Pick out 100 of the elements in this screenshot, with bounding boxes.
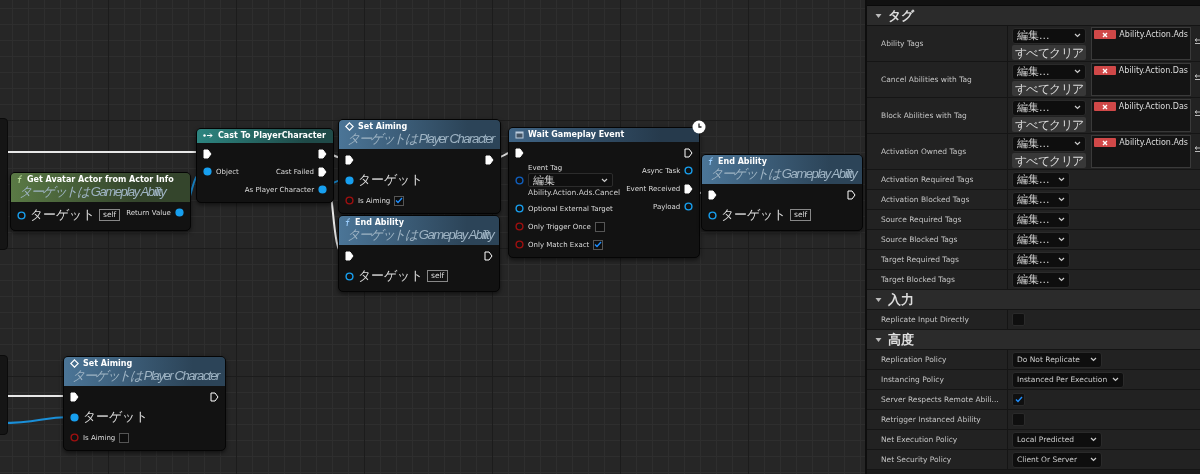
object-pin-icon[interactable] bbox=[174, 208, 184, 217]
edit-dropdown[interactable]: 編集... bbox=[1012, 99, 1086, 116]
object-pin-icon[interactable] bbox=[345, 271, 354, 281]
function-icon bbox=[17, 175, 23, 184]
exec-pin-icon[interactable] bbox=[345, 250, 354, 261]
node-title: Set Aiming bbox=[83, 359, 133, 368]
chevron-icon bbox=[1112, 377, 1120, 382]
node-subtitle: ターゲットは Player Character bbox=[346, 131, 494, 146]
checkbox[interactable] bbox=[1012, 413, 1025, 426]
node-title: End Ability bbox=[355, 218, 404, 227]
chevron-icon bbox=[1090, 437, 1097, 442]
triangle-icon[interactable] bbox=[875, 296, 882, 303]
exec-pin-icon[interactable] bbox=[318, 148, 328, 159]
node-title: End Ability bbox=[718, 157, 767, 166]
object-pin-icon[interactable] bbox=[345, 175, 354, 185]
object-pin-icon[interactable] bbox=[17, 210, 26, 220]
remove-tag-button[interactable] bbox=[1094, 30, 1117, 39]
exec-pin-icon[interactable] bbox=[847, 189, 857, 200]
checkbox[interactable] bbox=[1012, 393, 1025, 406]
clear-all-button[interactable]: すべてクリア bbox=[1012, 116, 1086, 132]
exec-pin-icon[interactable] bbox=[203, 148, 212, 159]
graph-canvas[interactable] bbox=[0, 0, 865, 474]
section-header[interactable]: 入力 bbox=[867, 290, 1200, 310]
pin-label: ターゲット bbox=[358, 267, 423, 285]
exec-pin-icon[interactable] bbox=[70, 391, 79, 402]
exec-pin-icon[interactable] bbox=[345, 154, 354, 165]
object-pin-icon[interactable] bbox=[318, 185, 328, 194]
edit-dropdown[interactable]: 編集... bbox=[1012, 251, 1070, 268]
object-pin-icon[interactable] bbox=[684, 166, 694, 175]
node-title: Set Aiming bbox=[358, 122, 408, 131]
object-pin-icon[interactable] bbox=[708, 210, 717, 220]
reset-icon[interactable] bbox=[1193, 110, 1200, 118]
triangle-icon[interactable] bbox=[875, 336, 882, 343]
reset-icon[interactable] bbox=[1193, 146, 1200, 154]
node-title: Get Avatar Actor from Actor Info bbox=[27, 175, 174, 184]
clock-icon bbox=[692, 120, 707, 134]
window-icon bbox=[515, 130, 524, 139]
object-pin-icon[interactable] bbox=[70, 412, 79, 422]
checkbox[interactable] bbox=[593, 239, 604, 250]
clear-all-button[interactable]: すべてクリア bbox=[1012, 80, 1086, 96]
cast-icon bbox=[203, 132, 214, 139]
triangle-icon[interactable] bbox=[875, 12, 882, 19]
exec-pin-icon[interactable] bbox=[684, 147, 694, 158]
chevron-icon bbox=[1058, 257, 1065, 262]
pin-label: ターゲット bbox=[83, 408, 148, 426]
close-icon bbox=[1101, 103, 1108, 110]
section-title: タグ bbox=[888, 6, 914, 25]
close-icon bbox=[1101, 67, 1108, 74]
edit-dropdown[interactable]: 編集... bbox=[1012, 135, 1086, 152]
chevron-icon bbox=[1058, 277, 1065, 282]
checkbox[interactable] bbox=[1012, 313, 1025, 326]
edit-dropdown[interactable]: 編集... bbox=[1012, 63, 1086, 80]
edit-dropdown[interactable]: 編集... bbox=[1012, 231, 1070, 248]
chevron-icon bbox=[1058, 237, 1065, 242]
edit-dropdown[interactable]: 編集... bbox=[1012, 191, 1070, 208]
chevron-icon bbox=[1058, 177, 1065, 182]
diamond-icon bbox=[70, 359, 79, 368]
function-icon bbox=[708, 157, 714, 166]
reset-icon[interactable] bbox=[1193, 38, 1200, 46]
chevron-icon bbox=[1074, 69, 1081, 74]
checkbox[interactable] bbox=[394, 195, 405, 206]
chevron-icon bbox=[1074, 141, 1081, 146]
object-pin-icon[interactable] bbox=[684, 202, 694, 211]
chevron-icon bbox=[1058, 197, 1065, 202]
exec-pin-icon[interactable] bbox=[209, 391, 219, 402]
pin-label: ターゲット bbox=[358, 171, 423, 189]
close-icon bbox=[1102, 139, 1109, 146]
diamond-icon bbox=[345, 122, 354, 131]
clear-all-button[interactable]: すべてクリア bbox=[1012, 152, 1086, 168]
chevron-icon bbox=[601, 177, 608, 183]
object-pin-icon[interactable] bbox=[515, 204, 524, 213]
chevron-icon bbox=[1090, 457, 1097, 462]
check-icon bbox=[594, 241, 603, 248]
remove-tag-button[interactable] bbox=[1094, 138, 1117, 147]
exec-pin-icon[interactable] bbox=[515, 147, 524, 158]
exec-pin-icon[interactable] bbox=[318, 166, 328, 177]
tag-name: Ability.Action.Ads bbox=[1119, 30, 1188, 39]
edit-dropdown[interactable]: 編集... bbox=[1012, 171, 1070, 188]
tag-dropdown[interactable]: 編集 bbox=[528, 173, 613, 187]
edit-dropdown[interactable]: 編集... bbox=[1012, 27, 1086, 44]
checkbox[interactable] bbox=[119, 432, 130, 443]
clear-all-button[interactable]: すべてクリア bbox=[1012, 44, 1086, 60]
node-subtitle: ターゲットは Gameplay Ability bbox=[709, 166, 857, 181]
edit-dropdown[interactable]: 編集... bbox=[1012, 211, 1070, 228]
section-header[interactable]: タグ bbox=[867, 6, 1200, 26]
reset-icon[interactable] bbox=[1193, 74, 1200, 82]
pin-label: ターゲット bbox=[30, 206, 95, 224]
edit-dropdown[interactable]: 編集... bbox=[1012, 271, 1070, 288]
exec-pin-icon[interactable] bbox=[684, 183, 694, 194]
exec-pin-icon[interactable] bbox=[484, 250, 494, 261]
chevron-icon bbox=[1090, 357, 1097, 362]
section-header[interactable]: 高度 bbox=[867, 330, 1200, 350]
node-subtitle: ターゲットは Gameplay Ability bbox=[346, 227, 494, 242]
section-title: 高度 bbox=[888, 330, 914, 349]
object-pin-icon[interactable] bbox=[203, 167, 212, 176]
exec-pin-icon[interactable] bbox=[708, 189, 717, 200]
exec-pin-icon[interactable] bbox=[484, 154, 494, 165]
tag-pin-icon[interactable] bbox=[515, 176, 524, 185]
chevron-icon bbox=[1074, 33, 1081, 38]
checkbox[interactable] bbox=[594, 221, 605, 232]
